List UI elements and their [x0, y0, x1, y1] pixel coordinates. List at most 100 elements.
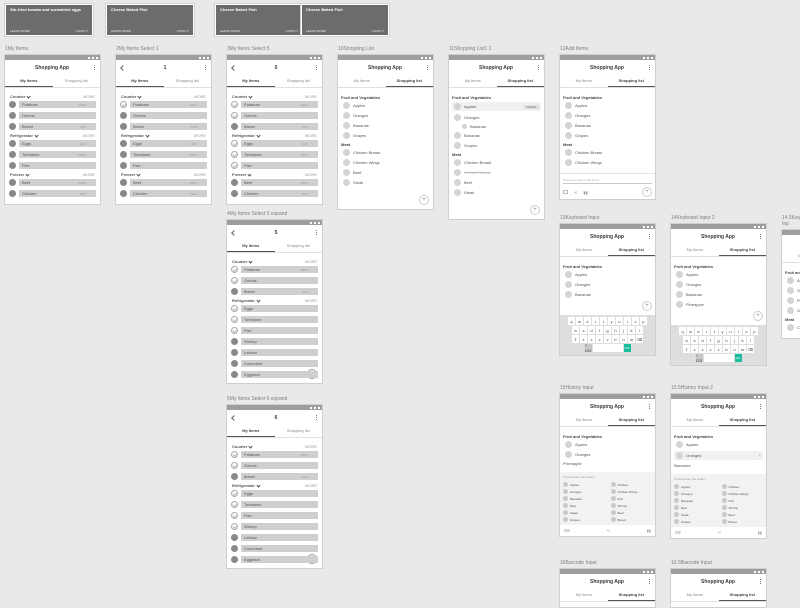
check-icon[interactable] — [231, 140, 238, 147]
shop-item[interactable]: Pineapple — [674, 301, 763, 308]
item-row[interactable]: Eggplant — [230, 555, 319, 564]
cook-it-button[interactable]: COOK IT — [76, 29, 88, 33]
barcode-icon[interactable]: ▮▮ — [583, 190, 587, 195]
item-row[interactable]: Fish — [230, 511, 319, 520]
tab-my-items[interactable]: My Items — [227, 75, 275, 87]
item-row[interactable]: Chicken50% — [230, 189, 319, 198]
shop-item[interactable]: Chicken Breast — [452, 159, 541, 166]
learn-more-button[interactable]: LEARN MORE — [306, 29, 326, 33]
key[interactable]: w — [576, 317, 583, 325]
key[interactable]: z — [580, 335, 587, 343]
shop-item[interactable]: Grapes — [785, 307, 800, 314]
tab-shopping-list[interactable]: Shopping list — [275, 75, 323, 87]
history-item[interactable]: Grapes — [674, 519, 716, 524]
key[interactable]: u — [727, 327, 734, 335]
tab-my-items[interactable]: My Items — [560, 244, 608, 256]
item-row[interactable]: Beef100% — [8, 178, 97, 187]
item-row[interactable]: Eggs — [230, 489, 319, 498]
overflow-icon[interactable] — [649, 234, 650, 239]
overflow-icon[interactable] — [538, 65, 539, 70]
check-icon[interactable] — [231, 162, 238, 169]
key[interactable]: ?123 — [585, 344, 592, 352]
shop-item[interactable]: Apples — [341, 102, 430, 109]
history-icon[interactable]: ⟲ — [607, 528, 610, 533]
overflow-icon[interactable] — [94, 65, 95, 70]
item-row[interactable]: Onions — [230, 276, 319, 285]
shop-item[interactable]: Grapes — [563, 132, 652, 139]
shop-item[interactable]: Bananas — [341, 122, 430, 129]
tab-my-items[interactable]: My Items — [227, 240, 275, 252]
check-icon[interactable] — [231, 327, 238, 334]
recipe-card[interactable]: Cheese Baked FishLEARN MORECOOK IT — [105, 3, 195, 37]
shop-item[interactable]: Oranges — [452, 114, 541, 121]
key[interactable]: f — [707, 336, 714, 344]
item-row[interactable]: Bread10% — [230, 287, 319, 296]
tab-my-items[interactable]: My Items — [449, 75, 497, 87]
item-row[interactable]: Eggs — [230, 304, 319, 313]
item-row[interactable]: Tomatoes100% — [8, 150, 97, 159]
tab-shopping-list[interactable]: Shopping list — [719, 414, 767, 426]
history-item[interactable]: Fish — [611, 496, 653, 501]
key[interactable]: k — [739, 336, 746, 344]
history-icon[interactable]: ⟲ — [574, 190, 577, 195]
add-fab[interactable]: + — [530, 205, 540, 215]
item-row[interactable]: Fish — [119, 161, 208, 170]
overflow-icon[interactable] — [760, 234, 761, 239]
key[interactable]: x — [699, 345, 706, 353]
key-space[interactable] — [593, 344, 623, 352]
overflow-icon[interactable] — [316, 230, 317, 235]
learn-more-button[interactable]: LEARN MORE — [111, 29, 131, 33]
item-row[interactable]: Bread10% — [8, 122, 97, 131]
learn-more-button[interactable]: LEARN MORE — [10, 29, 30, 33]
add-fab[interactable]: + — [419, 195, 429, 205]
check-icon[interactable] — [120, 101, 127, 108]
recipe-card[interactable]: Stir-fried tomato and scrambled eggsLEAR… — [4, 3, 94, 37]
tab-shopping-list[interactable]: Shopping list — [719, 244, 767, 256]
item-row[interactable]: Shrimp — [230, 522, 319, 531]
history-item[interactable]: Bread — [722, 519, 764, 524]
key[interactable]: ⇧ — [572, 335, 579, 343]
virtual-keyboard[interactable]: qwertyuiopasdfghjkl⇧zxcvbnm⌫?123GO — [560, 315, 655, 355]
key[interactable]: v — [604, 335, 611, 343]
key[interactable]: p — [751, 327, 758, 335]
key[interactable]: e — [584, 317, 591, 325]
key[interactable]: y — [608, 317, 615, 325]
key[interactable]: o — [632, 317, 639, 325]
shop-item[interactable]: Chicken Breast — [341, 149, 430, 156]
history-item[interactable]: Apples — [674, 484, 716, 489]
shop-item[interactable]: Chicken Wings — [563, 159, 652, 166]
shop-item[interactable]: Steak — [341, 179, 430, 186]
add-item-input[interactable]: Choose a way to add items — [563, 178, 652, 184]
key[interactable]: q — [679, 327, 686, 335]
history-item[interactable]: Chicken — [611, 482, 653, 487]
barcode-icon[interactable]: ▮▮ — [647, 528, 651, 533]
history-item[interactable]: Bananas — [563, 496, 605, 501]
key[interactable]: m — [628, 335, 635, 343]
key[interactable]: d — [699, 336, 706, 344]
overflow-icon[interactable] — [316, 415, 317, 420]
key[interactable]: i — [735, 327, 742, 335]
check-icon[interactable] — [231, 501, 238, 508]
shop-item[interactable]: Oranges — [785, 287, 800, 294]
keyboard-icon[interactable]: ⌨ — [675, 530, 681, 535]
key[interactable]: n — [620, 335, 627, 343]
key[interactable]: n — [731, 345, 738, 353]
key[interactable]: w — [687, 327, 694, 335]
tab-my-items[interactable]: My Items — [338, 75, 386, 87]
shop-item[interactable]: Apples — [674, 441, 763, 448]
back-icon[interactable] — [231, 230, 237, 236]
cook-it-button[interactable]: COOK IT — [286, 29, 298, 33]
key[interactable]: ⇧ — [683, 345, 690, 353]
learn-more-button[interactable]: LEARN MORE — [220, 29, 240, 33]
shop-item[interactable]: Apples — [674, 271, 763, 278]
item-row[interactable]: Chicken50% — [119, 189, 208, 198]
shop-item[interactable]: Bananas — [674, 291, 763, 298]
key[interactable]: t — [711, 327, 718, 335]
item-row[interactable]: Eggs60% — [230, 139, 319, 148]
shop-item[interactable]: Bananas — [563, 291, 652, 298]
shop-item[interactable]: Oranges+ — [674, 451, 763, 460]
history-item[interactable]: Shrimp — [722, 505, 764, 510]
check-icon[interactable] — [231, 112, 238, 119]
history-item[interactable]: Oranges — [563, 489, 605, 494]
tab-shopping-list[interactable]: Shopping list — [386, 75, 434, 87]
